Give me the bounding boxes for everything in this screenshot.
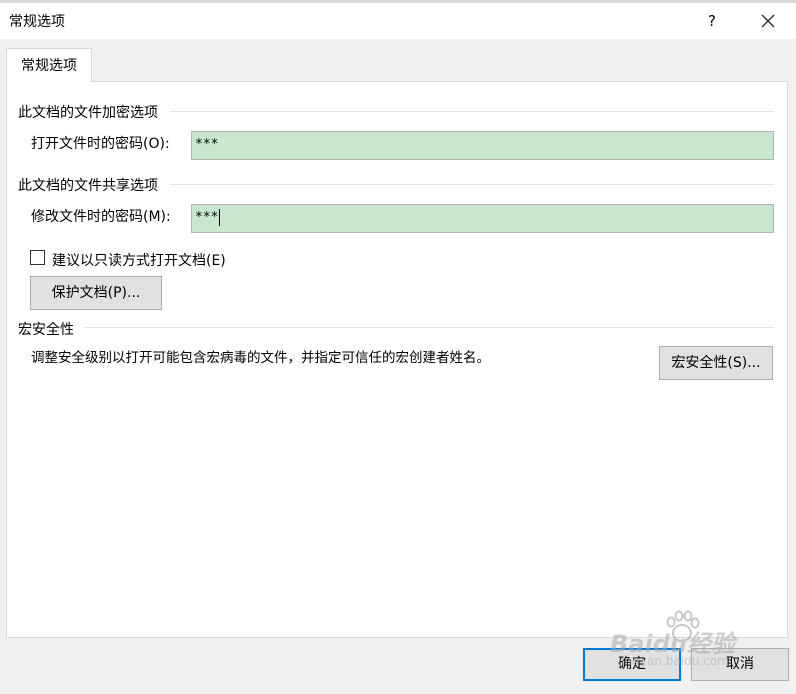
- macro-security-heading: 宏安全性: [18, 322, 74, 338]
- modify-password-label: 修改文件时的密码(M):: [31, 209, 171, 225]
- macro-security-button[interactable]: 宏安全性(S)...: [659, 346, 773, 380]
- readonly-checkbox[interactable]: [30, 250, 45, 265]
- sharing-separator: [170, 184, 774, 185]
- tab-general-options[interactable]: 常规选项: [6, 48, 92, 82]
- close-button[interactable]: [754, 6, 782, 36]
- cancel-button[interactable]: 取消: [691, 648, 789, 681]
- encryption-heading: 此文档的文件加密选项: [18, 105, 158, 121]
- open-password-value: ***: [195, 137, 219, 152]
- encryption-separator: [170, 111, 774, 112]
- open-password-field[interactable]: ***: [191, 131, 774, 160]
- protect-document-button[interactable]: 保护文档(P)...: [30, 276, 162, 310]
- macro-description: 调整安全级别以打开可能包含宏病毒的文件，并指定可信任的宏创建者姓名。: [31, 350, 490, 366]
- close-icon: [761, 14, 775, 28]
- modify-password-value: ***: [195, 210, 219, 225]
- ok-button[interactable]: 确定: [583, 648, 681, 681]
- dialog-titlebar: 常规选项 ?: [0, 3, 796, 39]
- readonly-checkbox-label[interactable]: 建议以只读方式打开文档(E): [52, 250, 226, 270]
- text-caret: [219, 209, 221, 226]
- help-button[interactable]: ?: [698, 6, 726, 36]
- modify-password-field[interactable]: ***: [191, 204, 774, 233]
- macro-separator: [84, 327, 774, 328]
- open-password-label: 打开文件时的密码(O):: [31, 136, 170, 152]
- dialog-title: 常规选项: [9, 14, 65, 30]
- sharing-heading: 此文档的文件共享选项: [18, 178, 158, 194]
